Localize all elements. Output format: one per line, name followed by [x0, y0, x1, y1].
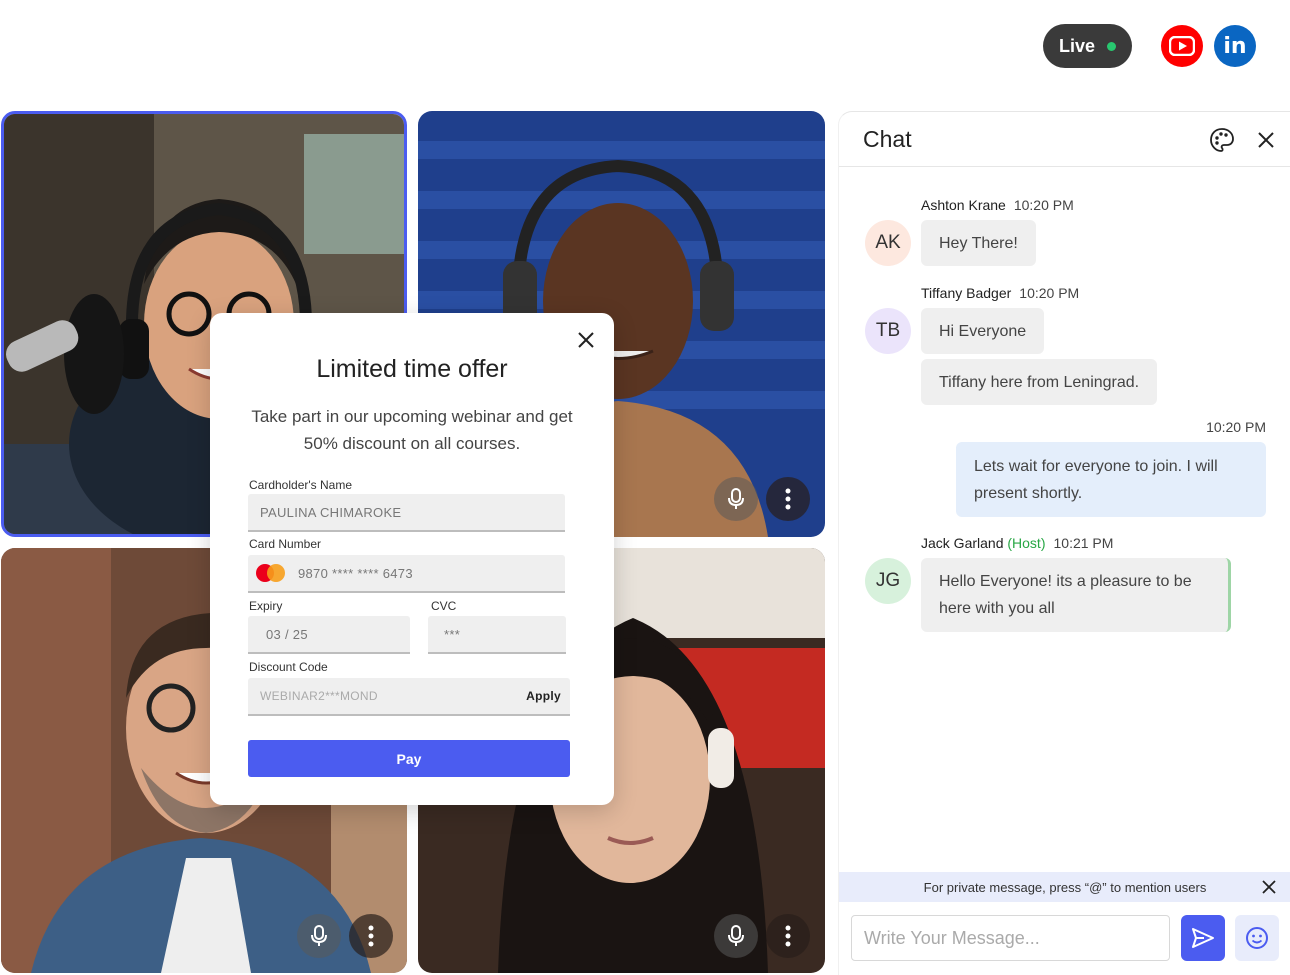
webinar-page: Live in Limited time offer Take part in … — [0, 0, 1290, 975]
palette-icon[interactable] — [1209, 127, 1235, 153]
microphone-icon — [311, 925, 327, 946]
pay-button[interactable]: Pay — [248, 740, 570, 777]
offer-modal: Limited time offer Take part in our upco… — [210, 313, 614, 805]
close-icon[interactable] — [576, 330, 596, 350]
message-bubble: Hi Everyone — [921, 308, 1045, 354]
message-time: 10:20 PM — [1019, 285, 1080, 301]
modal-title: Limited time offer — [316, 355, 508, 383]
message-bubble: Hey There! — [921, 220, 1036, 266]
cardholder-name-value: PAULINA CHIMAROKE — [260, 504, 402, 520]
apply-button[interactable]: Apply — [526, 689, 561, 703]
send-icon — [1192, 928, 1214, 948]
live-label: Live — [1058, 35, 1096, 56]
send-button[interactable] — [1181, 915, 1225, 961]
host-message-bubble: Hello Everyone! its a pleasure to be her… — [921, 558, 1231, 632]
close-icon[interactable] — [1253, 127, 1279, 153]
more-options-button[interactable] — [766, 914, 810, 958]
live-dot — [1107, 41, 1117, 51]
more-vertical-icon — [368, 925, 374, 947]
cvc-value: *** — [444, 626, 461, 642]
more-vertical-icon — [785, 925, 791, 947]
card-number-field[interactable]: 9870 **** **** 6473 — [248, 555, 565, 593]
youtube-icon[interactable] — [1161, 25, 1203, 67]
own-message-bubble: Lets wait for everyone to join. I will p… — [956, 442, 1266, 517]
mute-mic-button[interactable] — [297, 914, 341, 958]
linkedin-glyph: in — [1223, 33, 1247, 59]
host-badge: (Host) — [1007, 535, 1046, 551]
message-input[interactable]: Write Your Message... — [851, 915, 1170, 961]
mute-mic-button[interactable] — [714, 914, 758, 958]
discount-code-field[interactable]: WEBINAR2***MOND Apply — [248, 678, 570, 716]
expiry-label: Expiry — [249, 599, 283, 613]
message-meta: Jack Garland (Host) 10:21 PM — [921, 535, 1113, 551]
expiry-field[interactable]: 03 / 25 — [248, 616, 410, 654]
message-time: 10:20 PM — [1013, 197, 1074, 213]
message-bubble: Tiffany here from Leningrad. — [921, 359, 1158, 405]
microphone-icon — [728, 488, 744, 509]
more-vertical-icon — [785, 488, 791, 510]
message-author: Tiffany Badger — [921, 285, 1012, 301]
chat-header: Chat — [839, 112, 1290, 167]
avatar: JG — [865, 558, 911, 604]
linkedin-icon[interactable]: in — [1214, 25, 1256, 67]
mastercard-icon — [256, 564, 286, 582]
chat-panel: Chat Ashton Krane 10:20 PM AK Hey There! … — [838, 111, 1290, 975]
mute-mic-button[interactable] — [714, 477, 758, 521]
more-options-button[interactable] — [766, 477, 810, 521]
discount-code-value: WEBINAR2***MOND — [260, 689, 378, 703]
avatar: AK — [865, 220, 911, 266]
modal-subtitle: Take part in our upcoming webinar and ge… — [251, 407, 573, 453]
cardholder-label: Cardholder's Name — [249, 478, 353, 492]
expiry-value: 03 / 25 — [266, 626, 308, 642]
message-meta: 10:20 PM — [1206, 419, 1266, 435]
emoji-button[interactable] — [1235, 915, 1279, 961]
message-time: 10:20 PM — [1206, 419, 1266, 435]
card-number-label: Card Number — [249, 537, 322, 551]
message-author: Jack Garland — [921, 535, 1004, 551]
message-time: 10:21 PM — [1053, 535, 1114, 551]
close-icon[interactable] — [1262, 880, 1276, 894]
more-options-button[interactable] — [349, 914, 393, 958]
private-message-hint: For private message, press “@” to mentio… — [839, 872, 1290, 902]
card-number-value: 9870 **** **** 6473 — [298, 565, 413, 581]
cvc-field[interactable]: *** — [428, 616, 566, 654]
discount-code-label: Discount Code — [249, 660, 328, 674]
chat-title: Chat — [863, 126, 912, 152]
message-meta: Tiffany Badger 10:20 PM — [921, 285, 1079, 301]
message-input-placeholder: Write Your Message... — [864, 927, 1040, 948]
cardholder-name-field[interactable]: PAULINA CHIMAROKE — [248, 494, 565, 532]
live-indicator[interactable]: Live — [1043, 24, 1132, 68]
hint-text: For private message, press “@” to mentio… — [923, 879, 1207, 895]
emoji-icon — [1246, 927, 1268, 949]
microphone-icon — [728, 925, 744, 946]
message-author: Ashton Krane — [921, 197, 1006, 213]
message-meta: Ashton Krane 10:20 PM — [921, 197, 1074, 213]
avatar: TB — [865, 308, 911, 354]
cvc-label: CVC — [431, 599, 457, 613]
